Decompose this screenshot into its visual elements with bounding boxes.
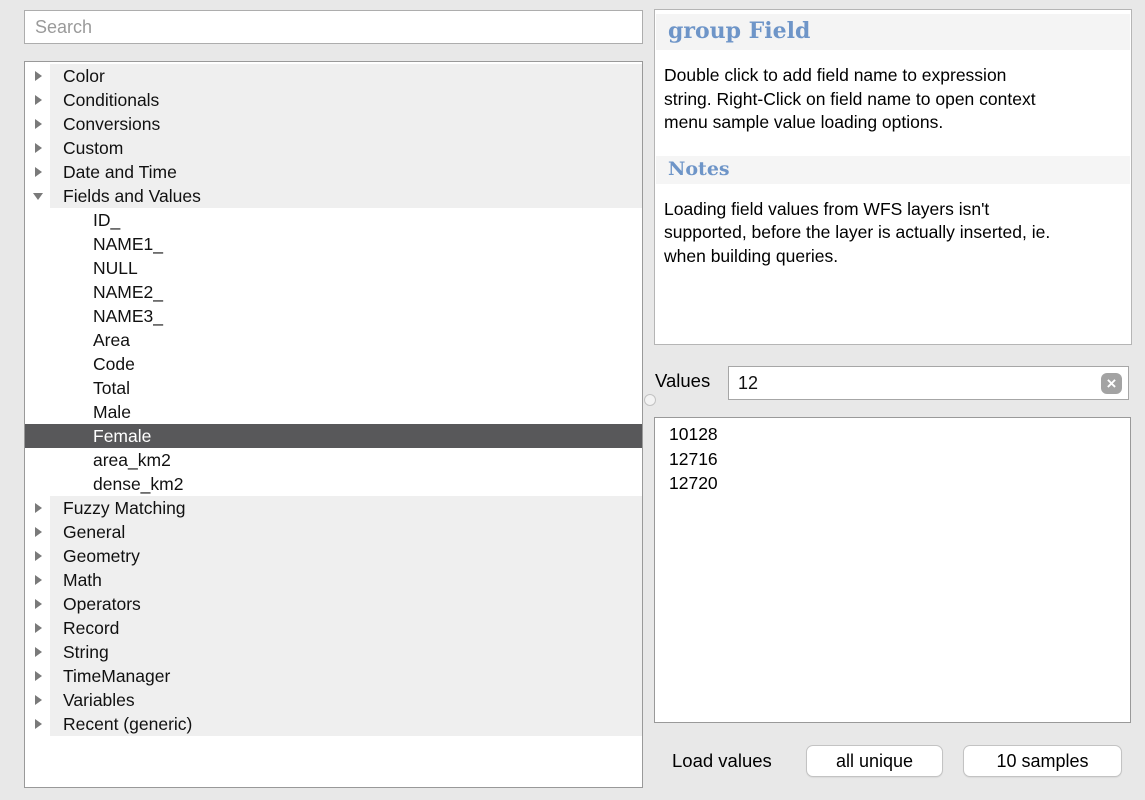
tree-item-variables[interactable]: Variables bbox=[25, 688, 642, 712]
value-item[interactable]: 12716 bbox=[655, 447, 1130, 472]
tree-item-fields-and-values[interactable]: Fields and Values bbox=[25, 184, 642, 208]
help-notes-text: Loading field values from WFS layers isn… bbox=[664, 198, 1121, 269]
chevron-right-icon[interactable] bbox=[35, 719, 42, 729]
tree-item-label: Geometry bbox=[63, 544, 140, 568]
tree-item-timemanager[interactable]: TimeManager bbox=[25, 664, 642, 688]
tree-item-null[interactable]: NULL bbox=[25, 256, 642, 280]
tree-item-label: Area bbox=[93, 328, 130, 352]
tree-item-area[interactable]: Area bbox=[25, 328, 642, 352]
tree-item-dense-km2[interactable]: dense_km2 bbox=[25, 472, 642, 496]
tree-item-label: Fuzzy Matching bbox=[63, 496, 186, 520]
chevron-right-icon[interactable] bbox=[35, 695, 42, 705]
tree-item-date-and-time[interactable]: Date and Time bbox=[25, 160, 642, 184]
chevron-right-icon[interactable] bbox=[35, 143, 42, 153]
tree-item-label: Male bbox=[93, 400, 131, 424]
tree-item-recent-generic[interactable]: Recent (generic) bbox=[25, 712, 642, 736]
chevron-right-icon[interactable] bbox=[35, 647, 42, 657]
tree-item-label: Recent (generic) bbox=[63, 712, 192, 736]
chevron-right-icon[interactable] bbox=[35, 167, 42, 177]
all-unique-button[interactable]: all unique bbox=[806, 745, 943, 777]
tree-item-label: General bbox=[63, 520, 125, 544]
chevron-right-icon[interactable] bbox=[35, 575, 42, 585]
tree-item-label: Math bbox=[63, 568, 102, 592]
field-values-list[interactable]: 101281271612720 bbox=[654, 417, 1131, 723]
tree-item-operators[interactable]: Operators bbox=[25, 592, 642, 616]
tree-item-label: Conditionals bbox=[63, 88, 159, 112]
tree-item-fuzzy-matching[interactable]: Fuzzy Matching bbox=[25, 496, 642, 520]
tree-item-total[interactable]: Total bbox=[25, 376, 642, 400]
clear-filter-icon[interactable]: × bbox=[1101, 373, 1122, 394]
tree-item-label: NULL bbox=[93, 256, 138, 280]
tree-item-label: Female bbox=[93, 424, 151, 448]
chevron-right-icon[interactable] bbox=[35, 119, 42, 129]
tree-item-label: TimeManager bbox=[63, 664, 170, 688]
chevron-right-icon[interactable] bbox=[35, 503, 42, 513]
tree-item-label: NAME3_ bbox=[93, 304, 163, 328]
tree-item-geometry[interactable]: Geometry bbox=[25, 544, 642, 568]
tree-item-color[interactable]: Color bbox=[25, 64, 642, 88]
tree-item-math[interactable]: Math bbox=[25, 568, 642, 592]
tree-item-label: String bbox=[63, 640, 109, 664]
load-values-bar: Load values all unique 10 samples bbox=[653, 744, 1133, 780]
chevron-right-icon[interactable] bbox=[35, 551, 42, 561]
tree-item-name3[interactable]: NAME3_ bbox=[25, 304, 642, 328]
tree-item-label: ID_ bbox=[93, 208, 120, 232]
chevron-right-icon[interactable] bbox=[35, 527, 42, 537]
tree-item-label: NAME1_ bbox=[93, 232, 163, 256]
values-filter-input[interactable] bbox=[729, 373, 1101, 394]
tree-item-string[interactable]: String bbox=[25, 640, 642, 664]
splitter-handle[interactable] bbox=[644, 394, 656, 406]
chevron-right-icon[interactable] bbox=[35, 71, 42, 81]
tree-item-general[interactable]: General bbox=[25, 520, 642, 544]
samples-button[interactable]: 10 samples bbox=[963, 745, 1122, 777]
tree-item-record[interactable]: Record bbox=[25, 616, 642, 640]
tree-item-label: Code bbox=[93, 352, 135, 376]
tree-item-label: Operators bbox=[63, 592, 141, 616]
value-item[interactable]: 12720 bbox=[655, 471, 1130, 496]
tree-item-label: Conversions bbox=[63, 112, 160, 136]
tree-item-name2[interactable]: NAME2_ bbox=[25, 280, 642, 304]
chevron-right-icon[interactable] bbox=[35, 671, 42, 681]
tree-item-conversions[interactable]: Conversions bbox=[25, 112, 642, 136]
help-title: group Field bbox=[656, 14, 1130, 50]
tree-item-female[interactable]: Female bbox=[25, 424, 642, 448]
value-item[interactable]: 10128 bbox=[655, 422, 1130, 447]
load-values-label: Load values bbox=[672, 750, 772, 772]
chevron-right-icon[interactable] bbox=[35, 95, 42, 105]
tree-item-label: Date and Time bbox=[63, 160, 177, 184]
tree-item-name1[interactable]: NAME1_ bbox=[25, 232, 642, 256]
search-input[interactable] bbox=[24, 10, 643, 44]
tree-item-male[interactable]: Male bbox=[25, 400, 642, 424]
values-filter-field: × bbox=[728, 366, 1129, 400]
tree-item-code[interactable]: Code bbox=[25, 352, 642, 376]
tree-item-conditionals[interactable]: Conditionals bbox=[25, 88, 642, 112]
tree-item-label: Color bbox=[63, 64, 105, 88]
tree-item-label: area_km2 bbox=[93, 448, 171, 472]
chevron-down-icon[interactable] bbox=[33, 193, 43, 200]
help-panel: group Field Double click to add field na… bbox=[654, 9, 1132, 345]
tree-item-label: Total bbox=[93, 376, 130, 400]
tree-item-id[interactable]: ID_ bbox=[25, 208, 642, 232]
tree-item-label: NAME2_ bbox=[93, 280, 163, 304]
tree-item-label: dense_km2 bbox=[93, 472, 183, 496]
values-label: Values bbox=[655, 370, 710, 392]
tree-item-custom[interactable]: Custom bbox=[25, 136, 642, 160]
tree-item-label: Record bbox=[63, 616, 119, 640]
chevron-right-icon[interactable] bbox=[35, 599, 42, 609]
expression-function-tree[interactable]: ColorConditionalsConversionsCustomDate a… bbox=[24, 61, 643, 788]
help-description: Double click to add field name to expres… bbox=[664, 64, 1121, 135]
tree-item-label: Fields and Values bbox=[63, 184, 201, 208]
tree-item-label: Custom bbox=[63, 136, 123, 160]
chevron-right-icon[interactable] bbox=[35, 623, 42, 633]
tree-item-area-km2[interactable]: area_km2 bbox=[25, 448, 642, 472]
help-notes-title: Notes bbox=[656, 156, 1130, 184]
tree-item-label: Variables bbox=[63, 688, 135, 712]
